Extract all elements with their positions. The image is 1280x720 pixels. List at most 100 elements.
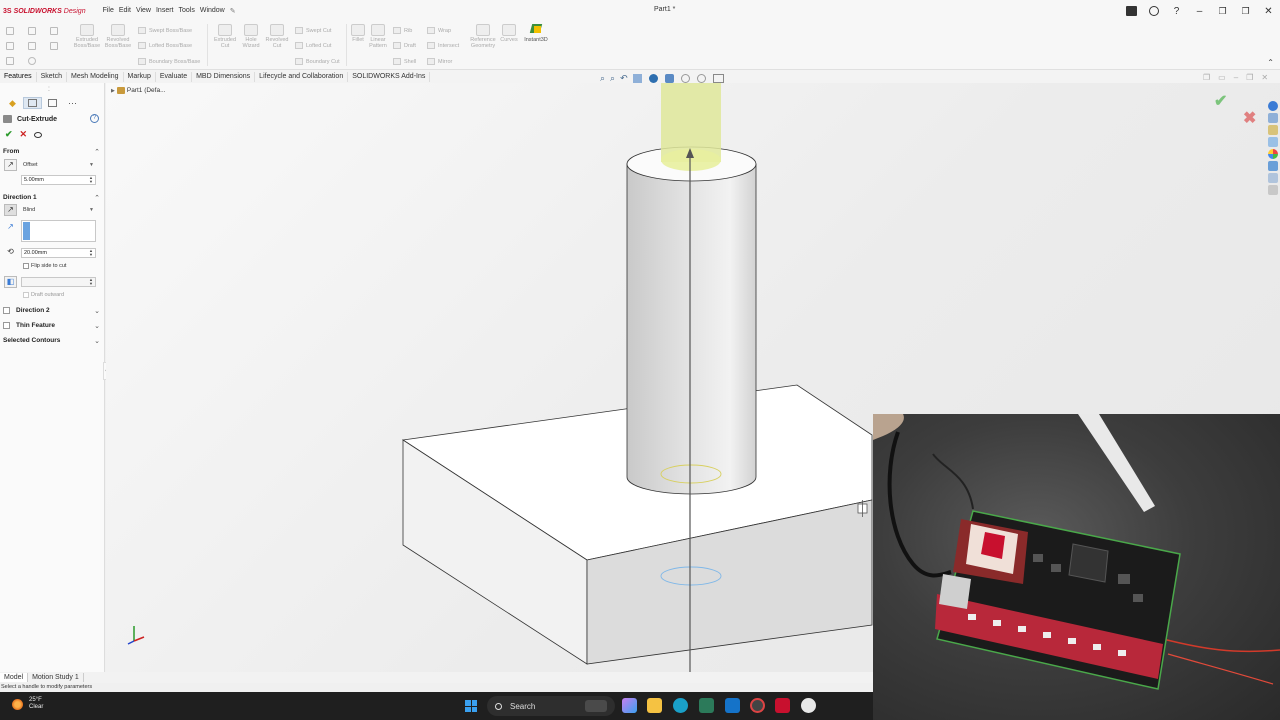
menu-view[interactable]: View	[136, 7, 151, 15]
draft-outward-checkbox[interactable]: Draft outward	[23, 292, 64, 298]
extruded-cut-button[interactable]: Extruded Cut	[211, 24, 239, 49]
user-account-icon[interactable]	[1149, 6, 1159, 16]
boundary-boss-button[interactable]: Boundary Boss/Base	[138, 58, 200, 65]
reference-geometry-button[interactable]: Reference Geometry	[466, 24, 500, 49]
spin-arrows-icon[interactable]: ▲ ▼	[87, 249, 95, 257]
depth-input[interactable]: 20.00mm ▲ ▼	[21, 248, 96, 258]
menu-edit[interactable]: Edit	[119, 7, 131, 15]
confirm-ok-icon[interactable]: ✔	[1214, 91, 1227, 111]
edit-appearance-icon[interactable]	[696, 74, 706, 83]
instant3d-button[interactable]: Instant3D	[521, 24, 551, 43]
forum-icon[interactable]	[1268, 173, 1278, 183]
menu-window[interactable]: Window	[200, 7, 225, 15]
options-gear-icon[interactable]	[28, 57, 36, 65]
tab-lifecycle[interactable]: Lifecycle and Collaboration	[255, 71, 349, 82]
wrap-button[interactable]: Wrap	[427, 27, 451, 34]
help-icon[interactable]: ?	[1165, 6, 1188, 17]
minimize-icon[interactable]: –	[1188, 6, 1211, 17]
spin-arrows-icon[interactable]: ▲ ▼	[87, 176, 95, 184]
curves-button[interactable]: Curves	[498, 24, 520, 43]
file-explorer-icon[interactable]	[1268, 125, 1278, 135]
draft-button[interactable]: Draft	[393, 42, 416, 49]
solidworks-resources-icon[interactable]	[1268, 101, 1278, 111]
checkbox-box[interactable]	[3, 322, 10, 329]
feature-manager-tab[interactable]: ◆	[3, 97, 22, 109]
tab-motion-study[interactable]: Motion Study 1	[28, 673, 84, 682]
linear-pattern-button[interactable]: Linear Pattern	[367, 24, 389, 49]
spin-arrows-icon[interactable]: ▲ ▼	[87, 278, 95, 286]
weather-widget[interactable]: 25°F Clear	[12, 697, 43, 711]
file-explorer-taskbar-icon[interactable]	[647, 698, 662, 713]
swept-boss-button[interactable]: Swept Boss/Base	[138, 27, 192, 34]
command-prompt-icon[interactable]	[1126, 6, 1137, 16]
menu-tools[interactable]: Tools	[179, 7, 195, 15]
close-icon[interactable]: ✕	[1257, 6, 1280, 17]
view-palette-icon[interactable]	[1268, 137, 1278, 147]
tab-evaluate[interactable]: Evaluate	[156, 71, 193, 82]
pin-icon[interactable]: ✎	[230, 7, 236, 15]
hole-wizard-button[interactable]: Hole Wizard	[238, 24, 264, 49]
property-manager-tab[interactable]	[23, 97, 42, 109]
chatgpt-icon[interactable]	[801, 698, 816, 713]
tile-icon[interactable]: ❐	[1234, 6, 1257, 17]
boundary-cut-button[interactable]: Boundary Cut	[295, 58, 340, 65]
new-doc-icon[interactable]	[6, 27, 14, 35]
from-offset-input[interactable]: 5.00mm ▲ ▼	[21, 175, 96, 185]
tab-markup[interactable]: Markup	[124, 71, 156, 82]
view-settings-icon[interactable]	[712, 74, 724, 83]
edge-browser-icon[interactable]	[673, 698, 688, 713]
rib-button[interactable]: Rib	[393, 27, 412, 34]
lofted-boss-button[interactable]: Lofted Boss/Base	[138, 42, 192, 49]
pm-help-icon[interactable]: ?	[90, 114, 99, 123]
cancel-x-icon[interactable]: ✕	[20, 129, 28, 140]
open-icon[interactable]	[28, 27, 36, 35]
draft-on-off-icon[interactable]: ◧	[4, 276, 17, 288]
save-icon[interactable]	[50, 27, 58, 35]
ok-check-icon[interactable]: ✔	[5, 129, 13, 140]
section-view-icon[interactable]	[632, 74, 642, 83]
solidworks-taskbar-icon[interactable]	[775, 698, 790, 713]
outlook-icon[interactable]	[725, 698, 740, 713]
viewport-maximize-icon[interactable]: ❐	[1246, 73, 1253, 82]
capture-app-icon[interactable]	[750, 698, 765, 713]
taskbar-search[interactable]: Search	[487, 696, 615, 716]
from-arrow-icon[interactable]: ↗	[4, 159, 17, 171]
intersect-button[interactable]: Intersect	[427, 42, 459, 49]
recycle-bin-icon[interactable]	[1268, 185, 1278, 195]
tab-sketch[interactable]: Sketch	[37, 71, 68, 82]
cylinder-body[interactable]	[626, 163, 757, 495]
zoom-to-fit-icon[interactable]: ⌕	[600, 73, 605, 84]
collapse-ribbon-icon[interactable]: ⌃	[1267, 58, 1274, 67]
custom-properties-icon[interactable]	[1268, 161, 1278, 171]
select-icon[interactable]	[6, 57, 14, 65]
display-style-icon[interactable]	[664, 74, 674, 83]
feature-tree-flyout[interactable]: ▶ Part1 (Defa...	[111, 87, 166, 94]
print-icon[interactable]	[6, 42, 14, 50]
solidworks-logo[interactable]: 3S SOLIDWORKS Design	[3, 8, 86, 15]
direction1-section-header[interactable]: Direction 1 ⌃	[3, 192, 102, 203]
detailed-preview-eye-icon[interactable]	[34, 131, 43, 138]
configuration-manager-tab[interactable]	[43, 97, 62, 109]
zoom-to-area-icon[interactable]: ⌕	[610, 73, 615, 84]
viewport-split-icon[interactable]: ▭	[1218, 73, 1226, 82]
tab-addins[interactable]: SOLIDWORKS Add-Ins	[348, 71, 431, 82]
design-library-icon[interactable]	[1268, 113, 1278, 123]
draft-angle-input[interactable]: ▲ ▼	[21, 277, 96, 287]
lofted-cut-button[interactable]: Lofted Cut	[295, 42, 331, 49]
viewport-minimize-icon[interactable]: –	[1234, 73, 1238, 82]
view-orientation-icon[interactable]	[648, 74, 658, 83]
appearances-icon[interactable]	[1268, 149, 1278, 159]
revolved-cut-button[interactable]: Revolved Cut	[263, 24, 291, 49]
menu-insert[interactable]: Insert	[156, 7, 174, 15]
windows-start-icon[interactable]	[465, 700, 477, 712]
viewport-close-icon[interactable]: ✕	[1261, 73, 1268, 82]
more-tabs-icon[interactable]: ⋯	[63, 97, 82, 109]
mirror-button[interactable]: Mirror	[427, 58, 452, 65]
redo-icon[interactable]	[50, 42, 58, 50]
copilot-icon[interactable]	[622, 698, 637, 713]
direction2-section-header[interactable]: Direction 2 ⌄	[3, 305, 102, 316]
store-icon[interactable]	[699, 698, 714, 713]
checkbox-box[interactable]	[3, 307, 10, 314]
selected-contours-section-header[interactable]: Selected Contours ⌄	[3, 335, 102, 346]
revolved-boss-button[interactable]: Revolved Boss/Base	[103, 24, 133, 49]
